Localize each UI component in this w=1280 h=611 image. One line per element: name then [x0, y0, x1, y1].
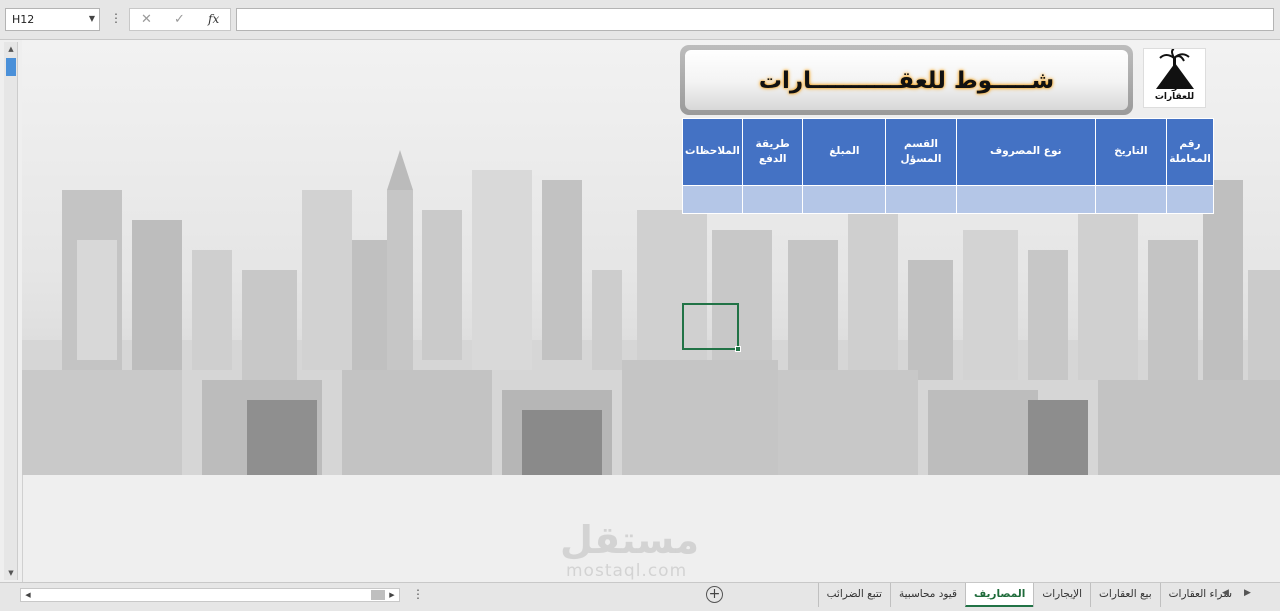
table-cell[interactable] [955, 185, 1096, 214]
table-header-row: رقم المعاملة التاريخ نوع المصروف القسم ا… [682, 118, 1214, 186]
table-row [682, 185, 1214, 214]
table-cell[interactable] [1166, 185, 1214, 214]
company-logo: شوط للعقارات [1143, 48, 1206, 108]
column-header-amount[interactable]: المبلغ [802, 118, 887, 186]
scroll-right-icon[interactable]: ▶ [385, 589, 399, 601]
add-sheet-icon[interactable]: + [706, 586, 723, 603]
scroll-up-icon[interactable]: ▲ [4, 42, 18, 56]
tab-scroll-left-icon[interactable]: ◀ [1222, 588, 1229, 598]
tab-expenses[interactable]: المصاريف [964, 583, 1034, 607]
scroll-left-icon[interactable]: ◀ [21, 589, 35, 601]
column-header-payment-method[interactable]: طريقة الدفع [741, 118, 804, 186]
name-box[interactable]: H12 ▼ [5, 8, 100, 31]
formula-input[interactable] [236, 8, 1274, 31]
sheet-tabs: شراء العقارات بيع العقارات الإيجارات الم… [757, 583, 1240, 609]
cancel-icon[interactable]: ✕ [141, 12, 152, 27]
vertical-scrollbar[interactable]: ▲ ▼ [4, 42, 18, 580]
column-header-notes[interactable]: الملاحظات [682, 118, 743, 186]
vertical-scroll-thumb[interactable] [6, 58, 16, 76]
watermark-logo: مستقل [560, 518, 699, 562]
city-background-image-left [22, 40, 778, 475]
table-cell[interactable] [885, 185, 957, 214]
sheet-tab-bar: ◀ ▶ ⋮ + شراء العقارات بيع العقارات الإيج… [0, 582, 1280, 611]
scroll-down-icon[interactable]: ▼ [4, 566, 18, 580]
more-options-icon[interactable]: ⋮ [412, 587, 424, 601]
formula-bar: H12 ▼ ⋮ ✕ ✓ fx [0, 0, 1280, 40]
table-cell[interactable] [1094, 185, 1168, 214]
horizontal-scroll-thumb[interactable] [371, 590, 385, 600]
table-cell[interactable] [802, 185, 887, 214]
title-banner: شـــــوط للعقـــــــــــارات [680, 45, 1133, 115]
insert-function-icon[interactable]: fx [208, 12, 219, 26]
column-header-transaction-number[interactable]: رقم المعاملة [1166, 118, 1214, 186]
formula-actions: ✕ ✓ fx [129, 8, 231, 31]
table-cell[interactable] [682, 185, 743, 214]
column-header-date[interactable]: التاريخ [1094, 118, 1168, 186]
selected-cell[interactable] [682, 303, 741, 352]
logo-text: شوط للعقارات [1154, 82, 1195, 102]
tab-scroll-right-icon[interactable]: ▶ [1244, 588, 1251, 598]
chevron-down-icon[interactable]: ▼ [89, 14, 95, 23]
more-options-icon[interactable]: ⋮ [110, 11, 122, 25]
tab-accounting-entries[interactable]: قيود محاسبية [889, 583, 965, 607]
title-banner-inner: شـــــوط للعقـــــــــــارات [685, 50, 1128, 110]
tab-tax-tracking[interactable]: تتبع الضرائب [817, 583, 890, 607]
worksheet[interactable]: ▲ ▼ شوط للعقارات شـــــوط للعقــــــــــ… [0, 40, 1280, 582]
table-cell[interactable] [741, 185, 804, 214]
enter-icon[interactable]: ✓ [174, 12, 185, 27]
page-title: شـــــوط للعقـــــــــــارات [758, 68, 1055, 94]
expenses-table: رقم المعاملة التاريخ نوع المصروف القسم ا… [682, 118, 1214, 214]
watermark-url: mostaql.com [566, 561, 688, 581]
city-skyline-graphic [22, 150, 778, 475]
column-header-expense-type[interactable]: نوع المصروف [955, 118, 1096, 186]
fill-handle[interactable] [735, 346, 741, 352]
column-header-department[interactable]: القسم المسؤل [885, 118, 957, 186]
tab-rentals[interactable]: الإيجارات [1033, 583, 1090, 607]
name-box-value: H12 [12, 13, 35, 26]
tab-sell-properties[interactable]: بيع العقارات [1090, 583, 1160, 607]
horizontal-scrollbar[interactable]: ◀ ▶ [20, 588, 400, 602]
